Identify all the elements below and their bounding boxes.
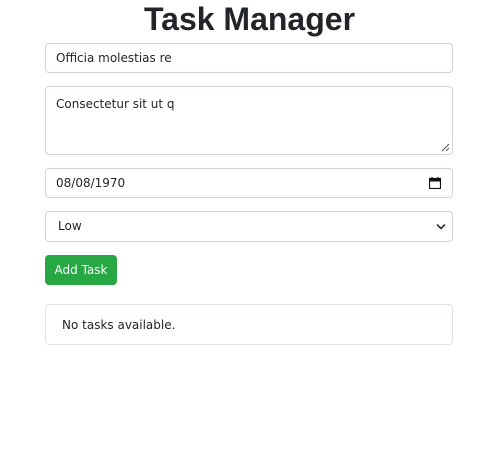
task-list: No tasks available. xyxy=(45,304,453,345)
resize-grip-icon[interactable] xyxy=(441,143,450,152)
empty-task-message: No tasks available. xyxy=(62,318,176,332)
due-date-input[interactable]: 08/08/1970 xyxy=(45,168,453,198)
due-date-value: 08/08/1970 xyxy=(56,176,126,190)
priority-select[interactable]: Low xyxy=(45,211,453,242)
add-task-button[interactable]: Add Task xyxy=(45,255,117,285)
calendar-icon[interactable] xyxy=(429,177,441,189)
priority-selected-value: Low xyxy=(58,219,82,233)
chevron-down-icon xyxy=(436,224,446,230)
page-title: Task Manager xyxy=(143,1,356,37)
task-description-text: Consectetur sit ut q xyxy=(56,97,175,111)
task-description-textarea[interactable]: Consectetur sit ut q xyxy=(45,86,453,155)
task-title-input[interactable]: Officia molestias re xyxy=(45,43,453,73)
